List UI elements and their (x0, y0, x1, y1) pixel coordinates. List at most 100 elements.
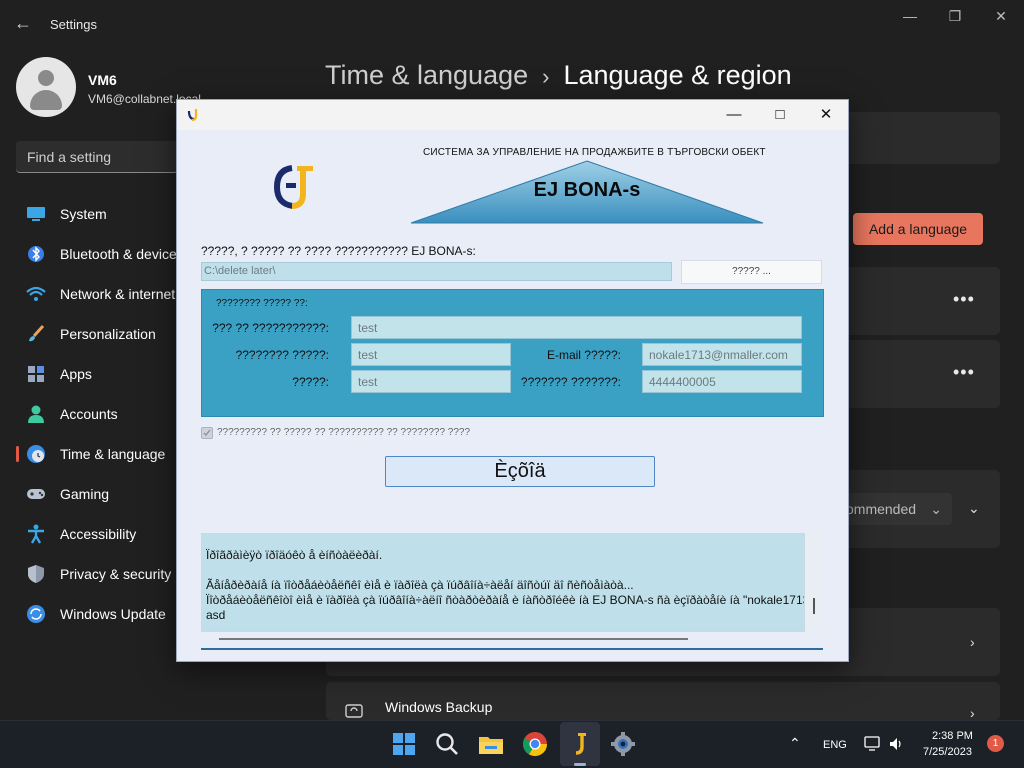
sidebar-item-apps[interactable]: Apps (16, 354, 180, 394)
shield-icon (26, 564, 46, 584)
registration-panel: ???????? ????? ??: ??? ?? ???????????: t… (201, 289, 824, 417)
sidebar-item-label: System (60, 206, 107, 222)
browse-button[interactable]: ????? ... (681, 260, 822, 284)
brush-icon (26, 324, 46, 344)
sidebar-item-personalization[interactable]: Personalization (16, 314, 180, 354)
breadcrumb: Time & language › Language & region (325, 60, 792, 91)
wifi-icon (26, 284, 46, 304)
windows-start-icon[interactable] (390, 730, 418, 758)
close-icon[interactable]: ✕ (803, 100, 849, 130)
email-label: E-mail ?????: (546, 348, 621, 362)
chevron-right-icon[interactable]: › (970, 705, 975, 721)
windows-backup-label: Windows Backup (385, 699, 493, 715)
add-language-button[interactable]: Add a language (853, 213, 983, 245)
sidebar-item-label: Windows Update (60, 606, 166, 622)
chevron-down-icon[interactable]: ⌄ (968, 500, 980, 517)
file-explorer-icon[interactable] (477, 730, 505, 758)
chevron-up-icon[interactable]: ⌃ (789, 735, 801, 752)
chrome-icon[interactable] (521, 730, 549, 758)
sidebar-item-accounts[interactable]: Accounts (16, 394, 180, 434)
active-app-indicator (574, 763, 586, 766)
clock-globe-icon (26, 444, 46, 464)
sidebar-item-label: Network & internet (60, 286, 176, 302)
exit-button[interactable]: Èçõîä (385, 456, 655, 487)
breadcrumb-parent[interactable]: Time & language (325, 60, 528, 90)
sidebar-item-label: Personalization (60, 326, 156, 342)
sidebar-item-bluetooth[interactable]: Bluetooth & devices (16, 234, 184, 274)
phone-label: ??????? ???????: (520, 375, 621, 389)
maximize-icon[interactable]: ❐ (932, 8, 978, 26)
active-marker (16, 446, 19, 462)
log-line: Ãåíåðèðàíå íà ïîòðåáèòåëñêî èìå è ïàðîëà… (206, 578, 634, 592)
minimize-icon[interactable]: — (711, 100, 757, 130)
volume-icon[interactable] (888, 736, 904, 752)
company-field[interactable]: test (351, 316, 802, 339)
contact-person-field[interactable]: test (351, 343, 511, 366)
sidebar-item-privacy[interactable]: Privacy & security (16, 554, 180, 594)
log-line: asd (206, 608, 226, 622)
notification-badge[interactable]: 1 (987, 735, 1004, 752)
backup-icon (345, 702, 363, 718)
apps-icon (26, 364, 46, 384)
terms-checkbox-label: ????????? ?? ????? ?? ?????????? ?? ????… (217, 427, 471, 438)
ej-app-icon (187, 109, 198, 122)
install-log-textarea[interactable]: Ïðîãðàìèÿò ïðîäóêò å èíñòàëèðàí. Ãåíåðèð… (201, 533, 805, 632)
sidebar-item-network[interactable]: Network & internet (16, 274, 180, 314)
ej-bona-icon[interactable] (566, 730, 594, 758)
avatar[interactable] (16, 57, 76, 117)
city-field[interactable]: test (351, 370, 511, 393)
more-options-icon[interactable]: ••• (953, 362, 975, 383)
company-label: ??? ?? ???????????: (212, 321, 329, 335)
monitor-icon (26, 204, 46, 224)
sidebar-item-system[interactable]: System (16, 194, 180, 234)
sidebar-item-label: Bluetooth & devices (60, 246, 184, 262)
install-path-input[interactable]: C:\delete later\ (201, 262, 672, 281)
search-input[interactable]: Find a setting (16, 141, 178, 173)
phone-field[interactable]: 4444400005 (642, 370, 802, 393)
close-icon[interactable]: ✕ (978, 8, 1024, 26)
accessibility-icon (26, 524, 46, 544)
sidebar-item-label: Privacy & security (60, 566, 172, 582)
ej-bona-installer-dialog: — □ ✕ СИСТЕМА ЗА УПРАВЛЕНИЕ НА ПРОДАЖБИТ… (176, 99, 849, 662)
chevron-right-icon: › (542, 64, 550, 89)
dialog-titlebar: — □ ✕ (177, 100, 848, 130)
clock-time[interactable]: 2:38 PM (932, 730, 973, 742)
panel-title: ???????? ????? ??: (216, 298, 308, 309)
language-indicator[interactable]: ENG (823, 739, 847, 751)
chevron-right-icon[interactable]: › (970, 634, 975, 650)
sidebar-item-label: Accounts (60, 406, 118, 422)
check-icon (203, 429, 211, 437)
more-options-icon[interactable]: ••• (953, 289, 975, 310)
log-vertical-scrollbar[interactable] (805, 533, 823, 632)
contact-person-label: ???????? ?????: (235, 348, 329, 362)
settings-gear-icon[interactable] (609, 730, 637, 758)
app-title: Settings (50, 17, 97, 32)
network-monitor-icon[interactable] (864, 736, 882, 752)
sidebar-item-gaming[interactable]: Gaming (16, 474, 180, 514)
sidebar-item-label: Gaming (60, 486, 110, 502)
search-icon[interactable] (433, 730, 461, 758)
clock-date[interactable]: 7/25/2023 (923, 746, 972, 758)
settings-titlebar: ← Settings — ❐ ✕ (0, 0, 1024, 48)
chevron-down-icon: ⌄ (930, 501, 942, 517)
maximize-icon[interactable]: □ (757, 100, 803, 130)
page-title: Language & region (563, 60, 792, 90)
minimize-icon[interactable]: — (887, 8, 933, 26)
sidebar-item-accessibility[interactable]: Accessibility (16, 514, 180, 554)
back-arrow-icon[interactable]: ← (14, 13, 32, 34)
sidebar-item-time-language[interactable]: Time & language (16, 434, 180, 474)
terms-checkbox[interactable] (201, 427, 213, 439)
recommended-dropdown[interactable]: ommended ⌄ (840, 493, 952, 525)
product-title: EJ BONA-s (533, 179, 641, 201)
log-horizontal-scrollbar[interactable] (219, 638, 688, 640)
person-icon (26, 404, 46, 424)
system-header-text: СИСТЕМА ЗА УПРАВЛЕНИЕ НА ПРОДАЖБИТЕ В ТЪ… (423, 147, 766, 158)
sidebar-item-label: Accessibility (60, 526, 137, 542)
log-scroll-thumb[interactable] (813, 598, 815, 614)
bluetooth-icon (26, 244, 46, 264)
dropdown-value: ommended (846, 501, 917, 517)
email-field[interactable]: nokale1713@nmaller.com (642, 343, 802, 366)
divider (201, 648, 823, 650)
sidebar-item-windows-update[interactable]: Windows Update (16, 594, 180, 634)
